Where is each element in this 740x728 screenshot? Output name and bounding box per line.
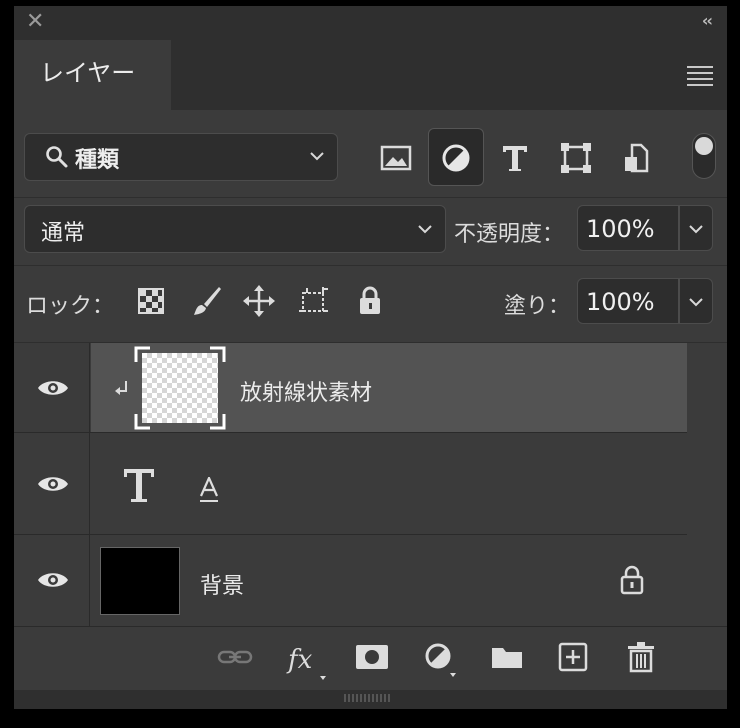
filter-kind-label: 種類 — [75, 148, 120, 173]
layer-mask-icon[interactable] — [354, 643, 390, 671]
filter-kind-select[interactable]: 種類 — [24, 133, 338, 181]
fill-input[interactable]: 100% — [577, 278, 679, 324]
fill-dropdown-button[interactable] — [679, 278, 713, 324]
filter-pixel-button[interactable] — [369, 131, 423, 185]
clipping-arrow-icon — [115, 381, 127, 395]
fx-icon[interactable]: fx — [286, 638, 330, 682]
layers-panel: ✕ ‹‹ レイヤー 種類 通常 不透明度： 100% ロック： 塗り： 100%… — [14, 6, 727, 709]
text-icon — [503, 146, 527, 171]
link-layers-icon[interactable] — [216, 644, 254, 670]
visibility-column — [14, 343, 90, 432]
artboard-icon — [299, 287, 328, 312]
adjustment-layer-icon[interactable] — [422, 640, 462, 680]
fill-label: 塗り： — [504, 294, 571, 319]
layer-name[interactable]: 背景 — [200, 568, 244, 600]
filter-shape-button[interactable] — [549, 131, 603, 185]
smart-object-icon — [625, 143, 649, 173]
opacity-dropdown-button[interactable] — [679, 205, 713, 251]
lock-position-button[interactable] — [242, 284, 276, 318]
layer-row-radial[interactable]: 放射線状素材 — [14, 343, 687, 433]
checkerboard-icon — [138, 288, 164, 314]
blend-mode-label: 通常 — [41, 221, 86, 246]
shape-icon — [561, 143, 591, 173]
opacity-input[interactable]: 100% — [577, 205, 679, 251]
move-icon — [243, 285, 275, 317]
layer-row-text[interactable] — [14, 433, 687, 535]
opacity-label: 不透明度： — [454, 222, 565, 247]
tab-layers[interactable]: レイヤー — [14, 40, 171, 110]
layer-thumbnail — [100, 547, 180, 615]
blend-mode-select[interactable]: 通常 — [24, 205, 446, 253]
collapse-icon[interactable]: ‹‹ — [702, 11, 713, 30]
tab-row: レイヤー — [14, 40, 727, 110]
lock-icon — [360, 286, 380, 314]
text-warning-icon — [199, 477, 219, 502]
eye-icon[interactable] — [36, 473, 70, 495]
panel-titlebar: ✕ ‹‹ — [14, 6, 727, 40]
image-icon — [380, 145, 412, 171]
lock-artboard-button[interactable] — [297, 284, 331, 318]
text-layer-icon — [124, 469, 154, 502]
search-icon — [46, 146, 68, 168]
new-layer-icon[interactable] — [558, 642, 588, 672]
filter-adjustment-button[interactable] — [428, 128, 484, 186]
layers-scrollbar[interactable] — [687, 343, 727, 626]
trash-icon[interactable] — [626, 640, 656, 674]
close-icon[interactable]: ✕ — [26, 9, 44, 34]
eye-icon[interactable] — [36, 569, 70, 591]
filter-type-button[interactable] — [488, 131, 542, 185]
panel-menu-icon[interactable] — [687, 66, 713, 90]
chevron-down-icon — [418, 225, 432, 234]
lock-all-button[interactable] — [353, 284, 387, 318]
layer-row-background[interactable]: 背景 — [14, 535, 687, 626]
lock-transparent-pixels-button[interactable] — [134, 284, 168, 318]
lock-image-pixels-button[interactable] — [190, 284, 224, 318]
layer-name[interactable]: 放射線状素材 — [240, 375, 372, 407]
adjustment-icon — [442, 144, 470, 172]
svg-text:fx: fx — [286, 645, 313, 675]
resize-grip-icon[interactable] — [344, 694, 392, 702]
chevron-down-icon — [310, 152, 324, 161]
layer-lock-icon[interactable] — [618, 565, 646, 595]
tab-layers-label: レイヤー — [40, 59, 136, 87]
visibility-column — [14, 535, 90, 626]
eye-icon[interactable] — [36, 377, 70, 399]
thumbnail-selection-frame — [134, 346, 226, 430]
folder-icon[interactable] — [490, 644, 524, 670]
chevron-down-icon — [689, 298, 703, 307]
filter-toggle[interactable] — [692, 133, 716, 179]
brush-icon — [194, 287, 221, 315]
chevron-down-icon — [689, 225, 703, 234]
filter-smartobject-button[interactable] — [610, 131, 664, 185]
lock-label: ロック： — [26, 294, 115, 319]
visibility-column — [14, 433, 90, 534]
